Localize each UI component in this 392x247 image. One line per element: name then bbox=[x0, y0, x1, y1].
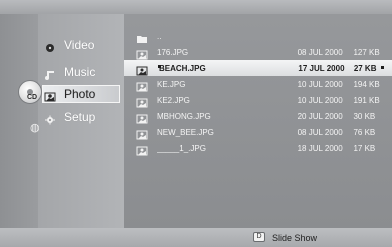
file-row[interactable]: 176.JPG 08 JUL 2000 127 KB bbox=[124, 44, 392, 60]
file-name: .. bbox=[157, 31, 162, 41]
selection-pointer-right-icon bbox=[381, 66, 384, 69]
file-size: 127 KB bbox=[353, 47, 380, 57]
setup-icon bbox=[44, 112, 56, 125]
file-date: 08 JUL 2000 bbox=[297, 47, 343, 57]
file-size: 17 KB bbox=[353, 143, 376, 153]
file-name: BEACH.JPG bbox=[159, 63, 206, 73]
left-rail bbox=[0, 14, 38, 228]
file-name: MBHONG.JPG bbox=[157, 111, 211, 121]
file-name: _____1_.JPG bbox=[157, 143, 206, 153]
photo-file-icon bbox=[136, 111, 148, 124]
file-size: 191 KB bbox=[353, 95, 380, 105]
file-size: 30 KB bbox=[353, 111, 376, 121]
file-date: 10 JUL 2000 bbox=[297, 95, 343, 105]
menu-item-music[interactable]: Music bbox=[44, 63, 95, 81]
file-date: 18 JUL 2000 bbox=[297, 143, 343, 153]
file-row-parent[interactable]: .. bbox=[124, 28, 392, 44]
file-size: 76 KB bbox=[353, 127, 376, 137]
file-date: 10 JUL 2000 bbox=[297, 79, 343, 89]
top-bar bbox=[0, 0, 392, 14]
menu-label: Music bbox=[64, 65, 96, 79]
file-date: 20 JUL 2000 bbox=[297, 111, 343, 121]
file-name: 176.JPG bbox=[157, 47, 189, 57]
menu-label: Video bbox=[64, 38, 95, 52]
photo-file-icon bbox=[136, 63, 148, 76]
file-date: 08 JUL 2000 bbox=[297, 127, 343, 137]
music-icon bbox=[44, 67, 56, 80]
file-row[interactable]: KE2.JPG 10 JUL 2000 191 KB bbox=[124, 92, 392, 108]
file-name: KE2.JPG bbox=[157, 95, 190, 105]
menu-item-photo[interactable]: Photo bbox=[41, 85, 121, 103]
file-row-selected[interactable]: BEACH.JPG 17 JUL 2000 27 KB bbox=[124, 60, 392, 76]
photo-file-icon bbox=[136, 127, 148, 140]
d-button-icon[interactable]: D bbox=[253, 232, 265, 242]
photo-file-icon bbox=[136, 143, 148, 156]
menu-label: Photo bbox=[64, 87, 96, 101]
file-name: NEW_BEE.JPG bbox=[157, 127, 214, 137]
photo-file-icon bbox=[136, 79, 148, 92]
photo-file-icon bbox=[136, 95, 148, 108]
file-row[interactable]: _____1_.JPG 18 JUL 2000 17 KB bbox=[124, 140, 392, 156]
device-label: CD bbox=[27, 94, 38, 101]
menu-item-setup[interactable]: Setup bbox=[44, 108, 95, 126]
media-browser-screen: CD ◍ Video Music Photo Setup .. 176.JPG … bbox=[0, 0, 392, 247]
photo-icon bbox=[44, 89, 56, 102]
video-icon bbox=[44, 40, 56, 52]
menu-label: Setup bbox=[64, 110, 96, 124]
file-list: .. 176.JPG 08 JUL 2000 127 KB BEACH.JPG … bbox=[124, 28, 392, 156]
selection-pointer-icon bbox=[158, 65, 161, 68]
menu-item-video[interactable]: Video bbox=[44, 36, 94, 54]
file-size: 194 KB bbox=[353, 79, 380, 89]
file-date: 17 JUL 2000 bbox=[298, 63, 345, 73]
footer-bar bbox=[0, 228, 392, 247]
file-row[interactable]: KE.JPG 10 JUL 2000 194 KB bbox=[124, 76, 392, 92]
file-row[interactable]: MBHONG.JPG 20 JUL 2000 30 KB bbox=[124, 108, 392, 124]
slide-show-label: Slide Show bbox=[272, 233, 318, 243]
photo-file-icon bbox=[136, 47, 148, 60]
file-name: KE.JPG bbox=[157, 79, 186, 89]
file-row[interactable]: NEW_BEE.JPG 08 JUL 2000 76 KB bbox=[124, 124, 392, 140]
file-size: 27 KB bbox=[353, 63, 377, 73]
folder-icon bbox=[136, 31, 148, 43]
globe-icon[interactable]: ◍ bbox=[30, 123, 40, 134]
